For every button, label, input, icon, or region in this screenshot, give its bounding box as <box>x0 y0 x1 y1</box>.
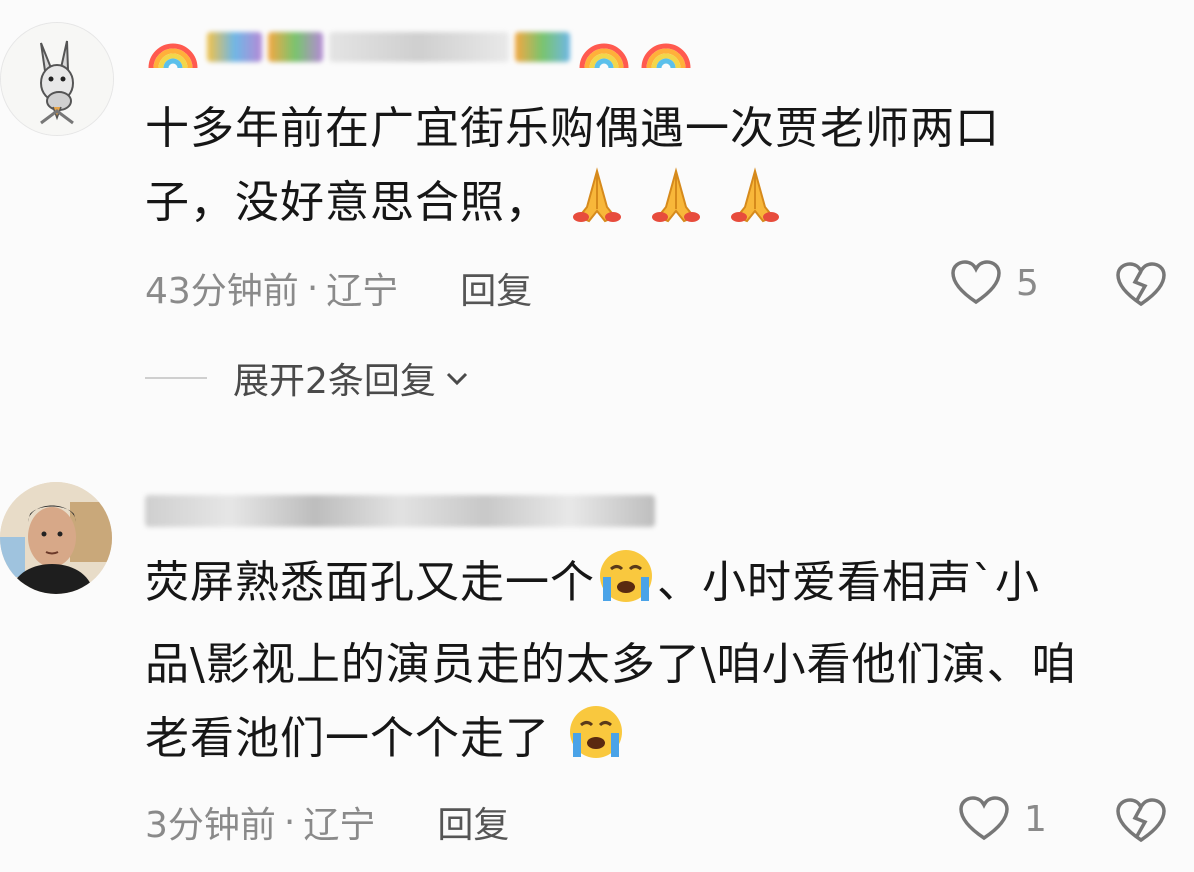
folded-hands-icon <box>723 167 787 248</box>
reply-button[interactable]: 回复 <box>437 796 509 848</box>
comment-meta: 43分钟前 · 辽宁 回复 <box>145 262 532 314</box>
meta-separator: · <box>306 267 319 309</box>
like-count: 1 <box>1024 798 1047 840</box>
folded-hands-icon <box>644 167 708 248</box>
comment-meta: 3分钟前 · 辽宁 回复 <box>145 796 509 848</box>
dislike-button[interactable] <box>1115 798 1167 848</box>
heart-icon <box>959 796 1009 841</box>
avatar[interactable] <box>0 482 112 594</box>
rainbow-icon <box>641 43 691 69</box>
comment-line: 十多年前在广宜街乐购偶遇一次贾老师两口 <box>145 103 1000 154</box>
like-button[interactable]: 5 <box>950 260 1039 306</box>
avatar[interactable] <box>0 22 114 136</box>
comment-line: 子，没好意思合照， <box>145 166 1165 248</box>
rainbow-icon <box>148 43 198 69</box>
location: 辽宁 <box>303 805 376 846</box>
comment-text: 十多年前在广宜街乐购偶遇一次贾老师两口 子，没好意思合照， <box>145 92 1165 248</box>
rainbow-icon <box>579 43 629 69</box>
user-photo-icon <box>0 482 112 594</box>
meta-separator: · <box>283 801 296 843</box>
chevron-down-icon <box>446 372 467 386</box>
username-blurred[interactable] <box>145 24 694 70</box>
comment-line: 老看池们一个个走了 <box>145 702 1165 784</box>
broken-heart-icon <box>1116 798 1166 843</box>
comment-line: 品\影视上的演员走的太多了\咱小看他们演、咱 <box>145 639 1077 690</box>
reply-button[interactable]: 回复 <box>460 262 532 314</box>
divider <box>145 377 207 379</box>
broken-heart-icon <box>1116 262 1166 307</box>
crying-face-icon <box>595 547 657 628</box>
like-button[interactable]: 1 <box>958 796 1047 842</box>
folded-hands-icon <box>565 167 629 248</box>
expand-replies-button[interactable]: 展开2条回复 <box>145 352 470 404</box>
expand-replies-label: 展开2条回复 <box>233 361 436 402</box>
crying-face-icon <box>565 703 627 784</box>
timestamp: 3分钟前 <box>145 805 276 846</box>
like-count: 5 <box>1016 262 1039 304</box>
donkey-avatar-icon <box>1 23 113 135</box>
comment-text: 荧屏熟悉面孔又走一个 、小时爱看相声`小 品\影视上的演员走的太多了\咱小看他们… <box>145 546 1165 784</box>
location: 辽宁 <box>326 271 399 312</box>
heart-icon <box>951 260 1001 305</box>
timestamp: 43分钟前 <box>145 271 299 312</box>
dislike-button[interactable] <box>1115 262 1167 312</box>
comment-line: 荧屏熟悉面孔又走一个 、小时爱看相声`小 <box>145 546 1165 628</box>
username-blurred[interactable] <box>145 488 655 534</box>
